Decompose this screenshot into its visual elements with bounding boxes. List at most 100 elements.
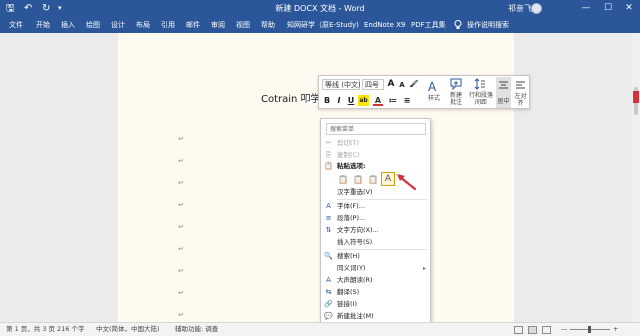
menu-item-label: 汉字重选(V) bbox=[337, 188, 373, 196]
tab-references[interactable]: 引用 bbox=[161, 17, 175, 33]
center-button[interactable]: 居中 bbox=[496, 77, 511, 108]
new-comment-icon[interactable] bbox=[450, 78, 462, 90]
annotation-marker bbox=[633, 91, 639, 103]
user-name[interactable]: 祁亲飞 bbox=[508, 0, 532, 17]
bold-button[interactable]: B bbox=[322, 95, 332, 106]
lightbulb-icon bbox=[454, 20, 462, 29]
link-icon: 🔗 bbox=[324, 300, 333, 308]
menu-item-label: 复制(C) bbox=[337, 151, 360, 159]
redo-icon[interactable]: ↻ bbox=[42, 1, 50, 16]
maximize-button[interactable]: ☐ bbox=[598, 0, 618, 17]
minimize-button[interactable]: — bbox=[576, 0, 596, 17]
word-count[interactable]: 216 个字 bbox=[57, 323, 84, 336]
tab-mailings[interactable]: 邮件 bbox=[186, 17, 200, 33]
menu-item-paragraph[interactable]: ≡ 段落(P)... bbox=[321, 213, 430, 224]
copy-icon: ⎘ bbox=[325, 151, 332, 159]
tab-home[interactable]: 开始 bbox=[36, 17, 50, 33]
underline-button[interactable]: U bbox=[346, 95, 356, 106]
tab-cnki-estudy[interactable]: 知网研学（原E-Study) bbox=[287, 17, 359, 33]
grow-font-button[interactable]: A bbox=[386, 79, 396, 90]
tab-insert[interactable]: 插入 bbox=[61, 17, 75, 33]
menu-item-label: 字体(F)... bbox=[337, 202, 366, 210]
paste-keep-source-formatting-icon[interactable]: 📋 bbox=[337, 173, 349, 185]
left-align-button[interactable]: 左对 齐 bbox=[512, 77, 529, 108]
menu-item-new-comment[interactable]: 💬 新建批注(M) bbox=[321, 311, 430, 322]
menu-item-translate[interactable]: ⇆ 翻译(S) bbox=[321, 287, 430, 298]
menu-item-read-aloud[interactable]: A 大声朗读(R) bbox=[321, 275, 430, 286]
tell-me-search[interactable]: 操作说明搜索 bbox=[467, 17, 509, 33]
read-mode-icon[interactable] bbox=[514, 326, 523, 334]
paste-picture-icon[interactable]: 📋 bbox=[367, 173, 379, 185]
font-name-combo[interactable]: 等线 (中文) bbox=[322, 79, 361, 90]
menu-search-input[interactable]: 搜索菜单 bbox=[326, 123, 426, 135]
paragraph-mark: ↵ bbox=[178, 179, 184, 187]
font-size-combo[interactable]: 四号 bbox=[362, 79, 384, 90]
menu-item-label: 大声朗读(R) bbox=[337, 276, 373, 284]
search-icon: 🔍 bbox=[324, 252, 333, 260]
numbering-button[interactable]: ≡ bbox=[402, 95, 412, 106]
new-comment-label: 新建 批注 bbox=[449, 92, 462, 106]
menu-item-font[interactable]: A 字体(F)... bbox=[321, 201, 430, 212]
status-bar: 第 1 页，共 3 页 216 个字 中文(简体，中国大陆) 辅助功能: 调查 … bbox=[0, 322, 640, 336]
styles-icon[interactable]: A bbox=[427, 79, 441, 93]
paste-keep-text-only-icon[interactable]: A bbox=[381, 172, 395, 186]
format-painter-icon[interactable]: 🖌 bbox=[409, 79, 419, 90]
menu-item-insert-symbol[interactable]: 插入符号(S) bbox=[321, 237, 430, 248]
page-count[interactable]: 第 1 页，共 3 页 bbox=[6, 323, 55, 336]
menu-item-text-direction[interactable]: ⇅ 文字方向(X)... bbox=[321, 225, 430, 236]
styles-label: 样式 bbox=[427, 95, 440, 102]
web-layout-icon[interactable] bbox=[542, 326, 551, 334]
highlight-color-button[interactable]: ab bbox=[358, 95, 369, 106]
tab-view[interactable]: 视图 bbox=[236, 17, 250, 33]
zoom-out-button[interactable]: — bbox=[561, 323, 568, 336]
window-title: 新建 DOCX 文档 - Word bbox=[275, 4, 365, 13]
tab-layout[interactable]: 布局 bbox=[136, 17, 150, 33]
menu-item-search[interactable]: 🔍 搜索(H) bbox=[321, 251, 430, 262]
italic-button[interactable]: I bbox=[334, 95, 344, 106]
document-text[interactable]: Cotrain 叩学| bbox=[261, 90, 324, 105]
menu-separator bbox=[337, 249, 427, 250]
paragraph-mark: ↵ bbox=[178, 267, 184, 275]
menu-item-synonyms[interactable]: 同义词(Y) ▸ bbox=[321, 263, 430, 274]
print-layout-icon[interactable] bbox=[528, 326, 537, 334]
menu-item-copy[interactable]: ⎘ 复制(C) bbox=[321, 150, 430, 161]
title-bar: 🖫 ↶ ↻ ▾ 新建 DOCX 文档 - Word 祁亲飞 — ☐ ✕ bbox=[0, 0, 640, 17]
tab-pdf-tools[interactable]: PDF工具集 bbox=[411, 17, 446, 33]
shrink-font-button[interactable]: A bbox=[397, 80, 407, 91]
font-color-button[interactable]: A bbox=[373, 95, 383, 106]
customize-qat-icon[interactable]: ▾ bbox=[58, 1, 62, 16]
paragraph-mark: ↵ bbox=[178, 201, 184, 209]
tab-draw[interactable]: 绘图 bbox=[86, 17, 100, 33]
paragraph-icon: ≡ bbox=[325, 214, 332, 222]
tab-help[interactable]: 帮助 bbox=[261, 17, 275, 33]
document-text-plain: Cotrain bbox=[261, 94, 301, 105]
tab-review[interactable]: 审阅 bbox=[211, 17, 225, 33]
align-center-icon bbox=[499, 81, 508, 89]
menu-item-link[interactable]: 🔗 链接(I) bbox=[321, 299, 430, 310]
zoom-slider-knob[interactable] bbox=[588, 326, 591, 333]
line-spacing-icon[interactable] bbox=[474, 78, 486, 90]
language-indicator[interactable]: 中文(简体，中国大陆) bbox=[96, 323, 160, 336]
tab-endnote[interactable]: EndNote X9 bbox=[364, 17, 405, 33]
tab-file[interactable]: 文件 bbox=[9, 17, 23, 33]
avatar[interactable] bbox=[531, 3, 542, 14]
accessibility-status[interactable]: 辅助功能: 调查 bbox=[175, 323, 218, 336]
context-menu: 搜索菜单 ✂ 剪切(T) ⎘ 复制(C) 📋 粘贴选项: 📋 📋 📋 A 汉字重… bbox=[320, 118, 431, 324]
tab-design[interactable]: 设计 bbox=[111, 17, 125, 33]
undo-icon[interactable]: ↶ bbox=[24, 1, 32, 16]
save-icon[interactable]: 🖫 bbox=[6, 1, 15, 16]
line-spacing-label: 行和段落 间距 bbox=[468, 92, 493, 106]
bullets-button[interactable]: ≔ bbox=[388, 95, 398, 106]
menu-item-paste-options: 📋 粘贴选项: bbox=[321, 161, 430, 172]
translate-icon: ⇆ bbox=[325, 288, 332, 296]
menu-item-label: 链接(I) bbox=[337, 300, 357, 308]
mini-toolbar: 等线 (中文) 四号 A A 🖌 B I U ab A ≔ ≡ A 样式 新建 … bbox=[318, 75, 530, 109]
close-button[interactable]: ✕ bbox=[619, 0, 639, 17]
menu-item-cut[interactable]: ✂ 剪切(T) bbox=[321, 138, 430, 149]
paste-merge-formatting-icon[interactable]: 📋 bbox=[352, 173, 364, 185]
paragraph-mark: ↵ bbox=[178, 245, 184, 253]
zoom-in-button[interactable]: + bbox=[613, 323, 618, 336]
menu-item-label: 插入符号(S) bbox=[337, 238, 373, 246]
align-left-icon bbox=[516, 81, 525, 89]
vertical-scrollbar[interactable] bbox=[632, 33, 640, 322]
